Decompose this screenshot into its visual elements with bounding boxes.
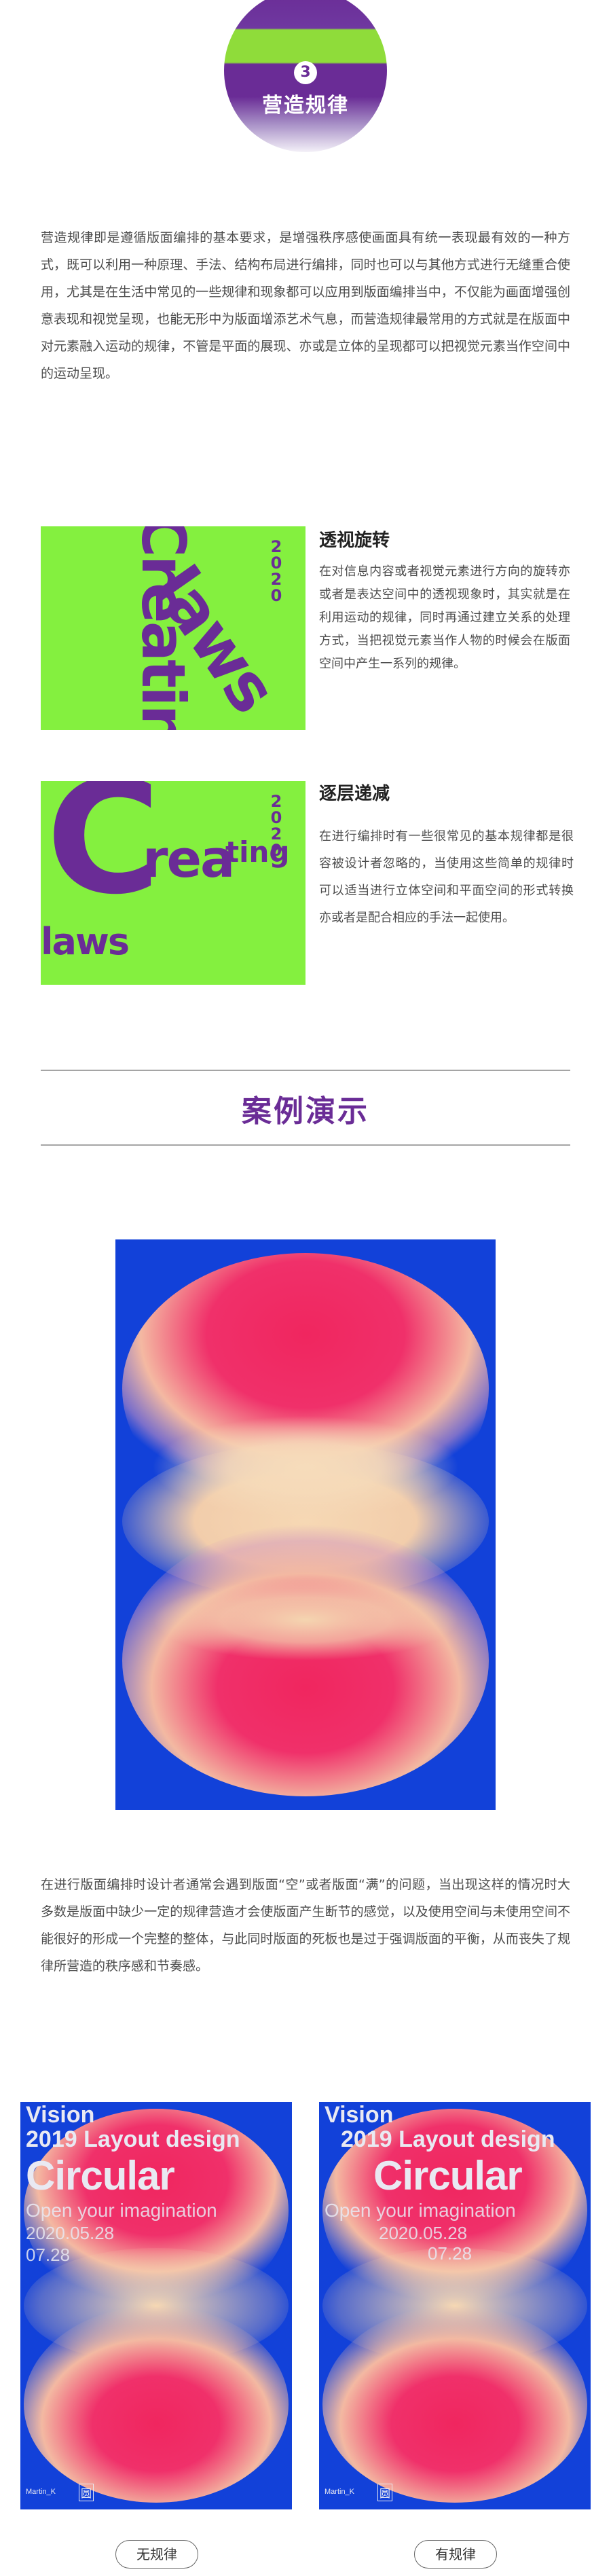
poster-regular: Vision 2019 Layout design Circular Open … [319, 2102, 591, 2509]
poster-b-imagination: Open your imagination [325, 2200, 516, 2221]
case-paragraph: 在进行版面编排时设计者通常会遇到版面“空”或者版面“满”的问题，当出现这样的情况… [41, 1877, 570, 1974]
poster-a-layout: 2019 Layout design [26, 2126, 240, 2152]
poster-a-author: Martin_K [26, 2488, 56, 2496]
poster-b-vision: Vision [325, 2102, 394, 2128]
card2-text: 在进行编排时有一些很常见的基本规律都是很容被设计者忽略的，当使用这些简单的规律时… [319, 829, 574, 925]
poster-a-date1: 2020.05.28 [26, 2223, 115, 2243]
cream-highlight-lower [153, 1579, 458, 1661]
poster-a-circular: Circular [26, 2153, 175, 2198]
divider-bottom [41, 1144, 570, 1146]
poster-b-layout: 2019 Layout design [341, 2126, 555, 2152]
cream-highlight-upper [153, 1416, 458, 1518]
intro-paragraph: 营造规律即是遵循版面编排的基本要求，是增强秩序感使画面具有统一表现最有效的一种方… [41, 230, 570, 381]
poster-a-vision: Vision [26, 2102, 95, 2128]
poster-rea: rea [143, 829, 235, 889]
poster-decreasing: C rea ting laws 2020 [41, 781, 306, 985]
card1-text: 在对信息内容或者视觉元素进行方向的旋转亦或者是表达空间中的透视现象时，其实就是在… [319, 564, 570, 671]
poster-b-mark: 圆 [377, 2484, 393, 2501]
case-title: 案例演示 [242, 1094, 369, 1129]
poster-b-date1: 2020.05.28 [379, 2223, 468, 2243]
card1-title: 透视旋转 [319, 530, 390, 551]
section-badge: 3 营造规律 [224, 0, 387, 156]
poster-laws: laws [41, 920, 130, 963]
poster-a-date2: 07.28 [26, 2245, 71, 2265]
card2-title: 逐层递减 [319, 784, 390, 804]
poster-b-circular: Circular [373, 2153, 523, 2198]
poster-a-imagination: Open your imagination [26, 2200, 217, 2221]
poster-rotation: Creating laws 2020 [41, 526, 306, 730]
poster-b-author: Martin_K [325, 2488, 355, 2496]
divider-top [41, 1070, 570, 1071]
section-title: 营造规律 [262, 94, 349, 117]
caption-regular: 有规律 [414, 2540, 497, 2569]
poster-a-mark: 圆 [79, 2484, 94, 2501]
section-number: 3 [294, 61, 317, 84]
poster-year: 2020 [270, 537, 282, 605]
lower-sphere [122, 1525, 489, 1796]
poster-year: 2020 [270, 792, 282, 860]
poster-b-date2: 07.28 [428, 2243, 473, 2264]
gradient-poster [115, 1239, 496, 1810]
poster-irregular: Vision 2019 Layout design Circular Open … [20, 2102, 292, 2509]
caption-irregular: 无规律 [115, 2540, 198, 2569]
